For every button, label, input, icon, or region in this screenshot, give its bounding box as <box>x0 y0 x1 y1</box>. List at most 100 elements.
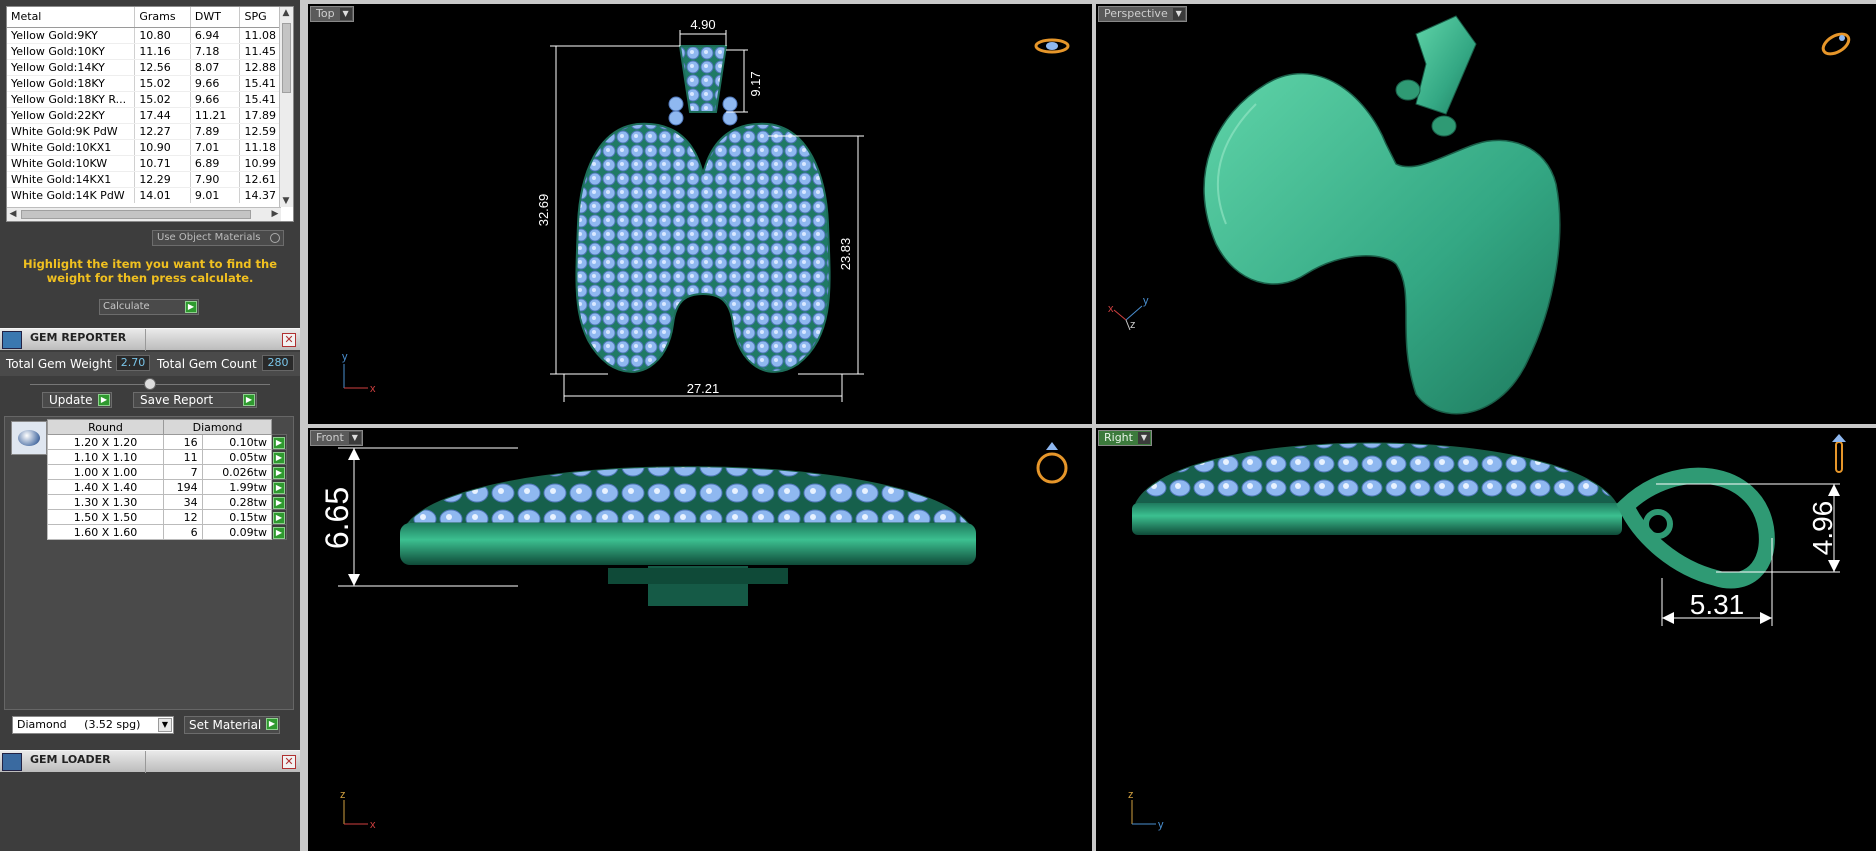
material-select[interactable]: Diamond (3.52 spg) ▼ <box>12 716 174 734</box>
pendant-body-shape <box>575 122 831 373</box>
axis-x-label: x <box>370 383 376 395</box>
gem-select-button[interactable]: ▶ <box>271 434 287 450</box>
play-icon[interactable]: ▶ <box>273 481 285 494</box>
gem-count-cell: 194 <box>163 479 203 495</box>
metal-name-cell: White Gold:14KX1 <box>7 171 136 188</box>
gem-weight-cell: 1.99tw <box>201 479 273 495</box>
radio-icon[interactable] <box>270 233 280 243</box>
play-icon[interactable]: ▶ <box>273 466 285 479</box>
gem-report-area: Round Diamond 1.20 X 1.20 16 0.10tw ▶ 1.10 X… <box>4 416 294 710</box>
bail-shape <box>1415 15 1477 115</box>
viewport-perspective[interactable]: Perspective ▼ y x z <box>1096 4 1876 424</box>
table-row[interactable]: Yellow Gold:22KY 17.44 11.21 17.89 <box>7 107 281 124</box>
gem-dome-shape <box>406 466 970 524</box>
gem-select-button[interactable]: ▶ <box>271 479 287 495</box>
play-icon[interactable]: ▶ <box>273 511 285 524</box>
viewport-right[interactable]: Right ▼ 4.96 5.31 z y <box>1096 428 1876 851</box>
gem-row[interactable]: 1.00 X 1.00 7 0.026tw ▶ <box>47 464 287 480</box>
gem-select-button[interactable]: ▶ <box>271 449 287 465</box>
play-icon[interactable]: ▶ <box>273 451 285 464</box>
column-header-dwt[interactable]: DWT <box>190 7 241 28</box>
play-icon[interactable]: ▶ <box>98 394 110 406</box>
column-header-spg[interactable]: SPG <box>239 7 281 28</box>
scroll-right-icon[interactable]: ▶ <box>269 208 281 220</box>
gem-weight-cell: 0.10tw <box>201 434 273 450</box>
scroll-left-icon[interactable]: ◀ <box>7 208 19 220</box>
spg-cell: 12.61 <box>239 171 281 188</box>
right-view-drawing: 4.96 5.31 z y <box>1128 434 1846 831</box>
scroll-up-icon[interactable]: ▲ <box>280 7 292 19</box>
metal-name-cell: Yellow Gold:22KY <box>7 107 136 124</box>
dim-total-height: 32.69 <box>536 194 551 227</box>
gem-row[interactable]: 1.30 X 1.30 34 0.28tw ▶ <box>47 494 287 510</box>
scroll-down-icon[interactable]: ▼ <box>280 195 292 207</box>
gem-select-button[interactable]: ▶ <box>271 509 287 525</box>
play-icon[interactable]: ▶ <box>273 496 285 509</box>
metal-table-vertical-scrollbar[interactable]: ▲ ▼ <box>279 7 293 207</box>
metal-name-cell: Yellow Gold:18KY <box>7 75 136 92</box>
gem-select-button[interactable]: ▶ <box>271 524 287 540</box>
viewport-top[interactable]: Top ▼ 4.90 9.17 32.69 23.83 27.21 y x <box>308 4 1092 424</box>
table-row[interactable]: White Gold:14KX1 12.29 7.90 12.61 <box>7 171 281 188</box>
gem-count-cell: 11 <box>163 449 203 465</box>
save-report-button[interactable]: Save Report ▶ <box>133 392 257 408</box>
column-header-metal[interactable]: Metal <box>7 7 136 28</box>
use-object-materials-toggle[interactable]: Use Object Materials <box>152 230 284 246</box>
ring-view-icon <box>1821 32 1851 56</box>
gem-row[interactable]: 1.10 X 1.10 11 0.05tw ▶ <box>47 449 287 465</box>
scroll-thumb[interactable] <box>21 210 251 219</box>
table-row[interactable]: White Gold:9K PdW 12.27 7.89 12.59 <box>7 123 281 140</box>
spg-cell: 17.89 <box>239 107 281 124</box>
table-row[interactable]: Yellow Gold:10KY 11.16 7.18 11.45 <box>7 43 281 60</box>
gem-column-stone: Diamond <box>163 419 272 435</box>
set-material-button[interactable]: Set Material ▶ <box>184 716 280 734</box>
gem-select-button[interactable]: ▶ <box>271 464 287 480</box>
viewport-front[interactable]: Front ▼ 6.65 z x <box>308 428 1092 851</box>
dim-top-width: 4.90 <box>690 17 715 32</box>
column-header-grams[interactable]: Grams <box>134 7 191 28</box>
axis-z-label: z <box>1130 319 1136 331</box>
axis-z-label: z <box>1128 789 1134 801</box>
close-icon[interactable]: ✕ <box>282 333 296 347</box>
total-gem-count-value: 280 <box>262 355 294 371</box>
table-row[interactable]: White Gold:14K PdW 14.01 9.01 14.37 <box>7 187 281 203</box>
table-row[interactable]: Yellow Gold:9KY 10.80 6.94 11.08 <box>7 27 281 44</box>
gem-row[interactable]: 1.40 X 1.40 194 1.99tw ▶ <box>47 479 287 495</box>
gem-loader-title: GEM LOADER <box>30 753 111 766</box>
use-object-materials-label: Use Object Materials <box>157 232 261 243</box>
table-row[interactable]: Yellow Gold:18KY 15.02 9.66 15.41 <box>7 75 281 92</box>
spg-cell: 10.99 <box>239 155 281 172</box>
dwt-cell: 9.66 <box>190 91 241 108</box>
play-icon[interactable]: ▶ <box>266 718 278 730</box>
chevron-down-icon[interactable]: ▼ <box>158 718 172 732</box>
gem-size-cell: 1.40 X 1.40 <box>47 479 164 495</box>
play-icon[interactable]: ▶ <box>185 301 197 313</box>
front-view-drawing: 6.65 z x <box>319 442 1068 831</box>
gem-select-button[interactable]: ▶ <box>271 494 287 510</box>
update-label: Update <box>49 393 93 407</box>
calculate-button[interactable]: Calculate ▶ <box>99 299 199 315</box>
gem-weight-cell: 0.09tw <box>201 524 273 540</box>
grams-cell: 10.80 <box>134 27 191 44</box>
table-row[interactable]: White Gold:10KW 10.71 6.89 10.99 <box>7 155 281 172</box>
gem-row[interactable]: 1.60 X 1.60 6 0.09tw ▶ <box>47 524 287 540</box>
total-gem-count-label: Total Gem Count <box>157 357 257 371</box>
play-icon[interactable]: ▶ <box>273 526 285 539</box>
play-icon[interactable]: ▶ <box>243 394 255 406</box>
update-button[interactable]: Update ▶ <box>42 392 112 408</box>
gem-row[interactable]: 1.50 X 1.50 12 0.15tw ▶ <box>47 509 287 525</box>
table-row[interactable]: Yellow Gold:14KY 12.56 8.07 12.88 <box>7 59 281 76</box>
gem-row[interactable]: 1.20 X 1.20 16 0.10tw ▶ <box>47 434 287 450</box>
scroll-thumb[interactable] <box>282 23 291 93</box>
grams-cell: 11.16 <box>134 43 191 60</box>
table-row[interactable]: Yellow Gold:18KY R... 15.02 9.66 15.41 <box>7 91 281 108</box>
table-row[interactable]: White Gold:10KX1 10.90 7.01 11.18 <box>7 139 281 156</box>
panel-splitter-handle[interactable] <box>144 378 156 390</box>
spg-cell: 11.08 <box>239 27 281 44</box>
metal-table-horizontal-scrollbar[interactable]: ◀ ▶ <box>7 207 281 221</box>
gem-summary-bar: Total Gem Weight 2.70 Total Gem Count 28… <box>0 352 300 376</box>
close-icon[interactable]: ✕ <box>282 755 296 769</box>
play-icon[interactable]: ▶ <box>273 436 285 449</box>
dwt-cell: 7.89 <box>190 123 241 140</box>
gem-size-cell: 1.10 X 1.10 <box>47 449 164 465</box>
